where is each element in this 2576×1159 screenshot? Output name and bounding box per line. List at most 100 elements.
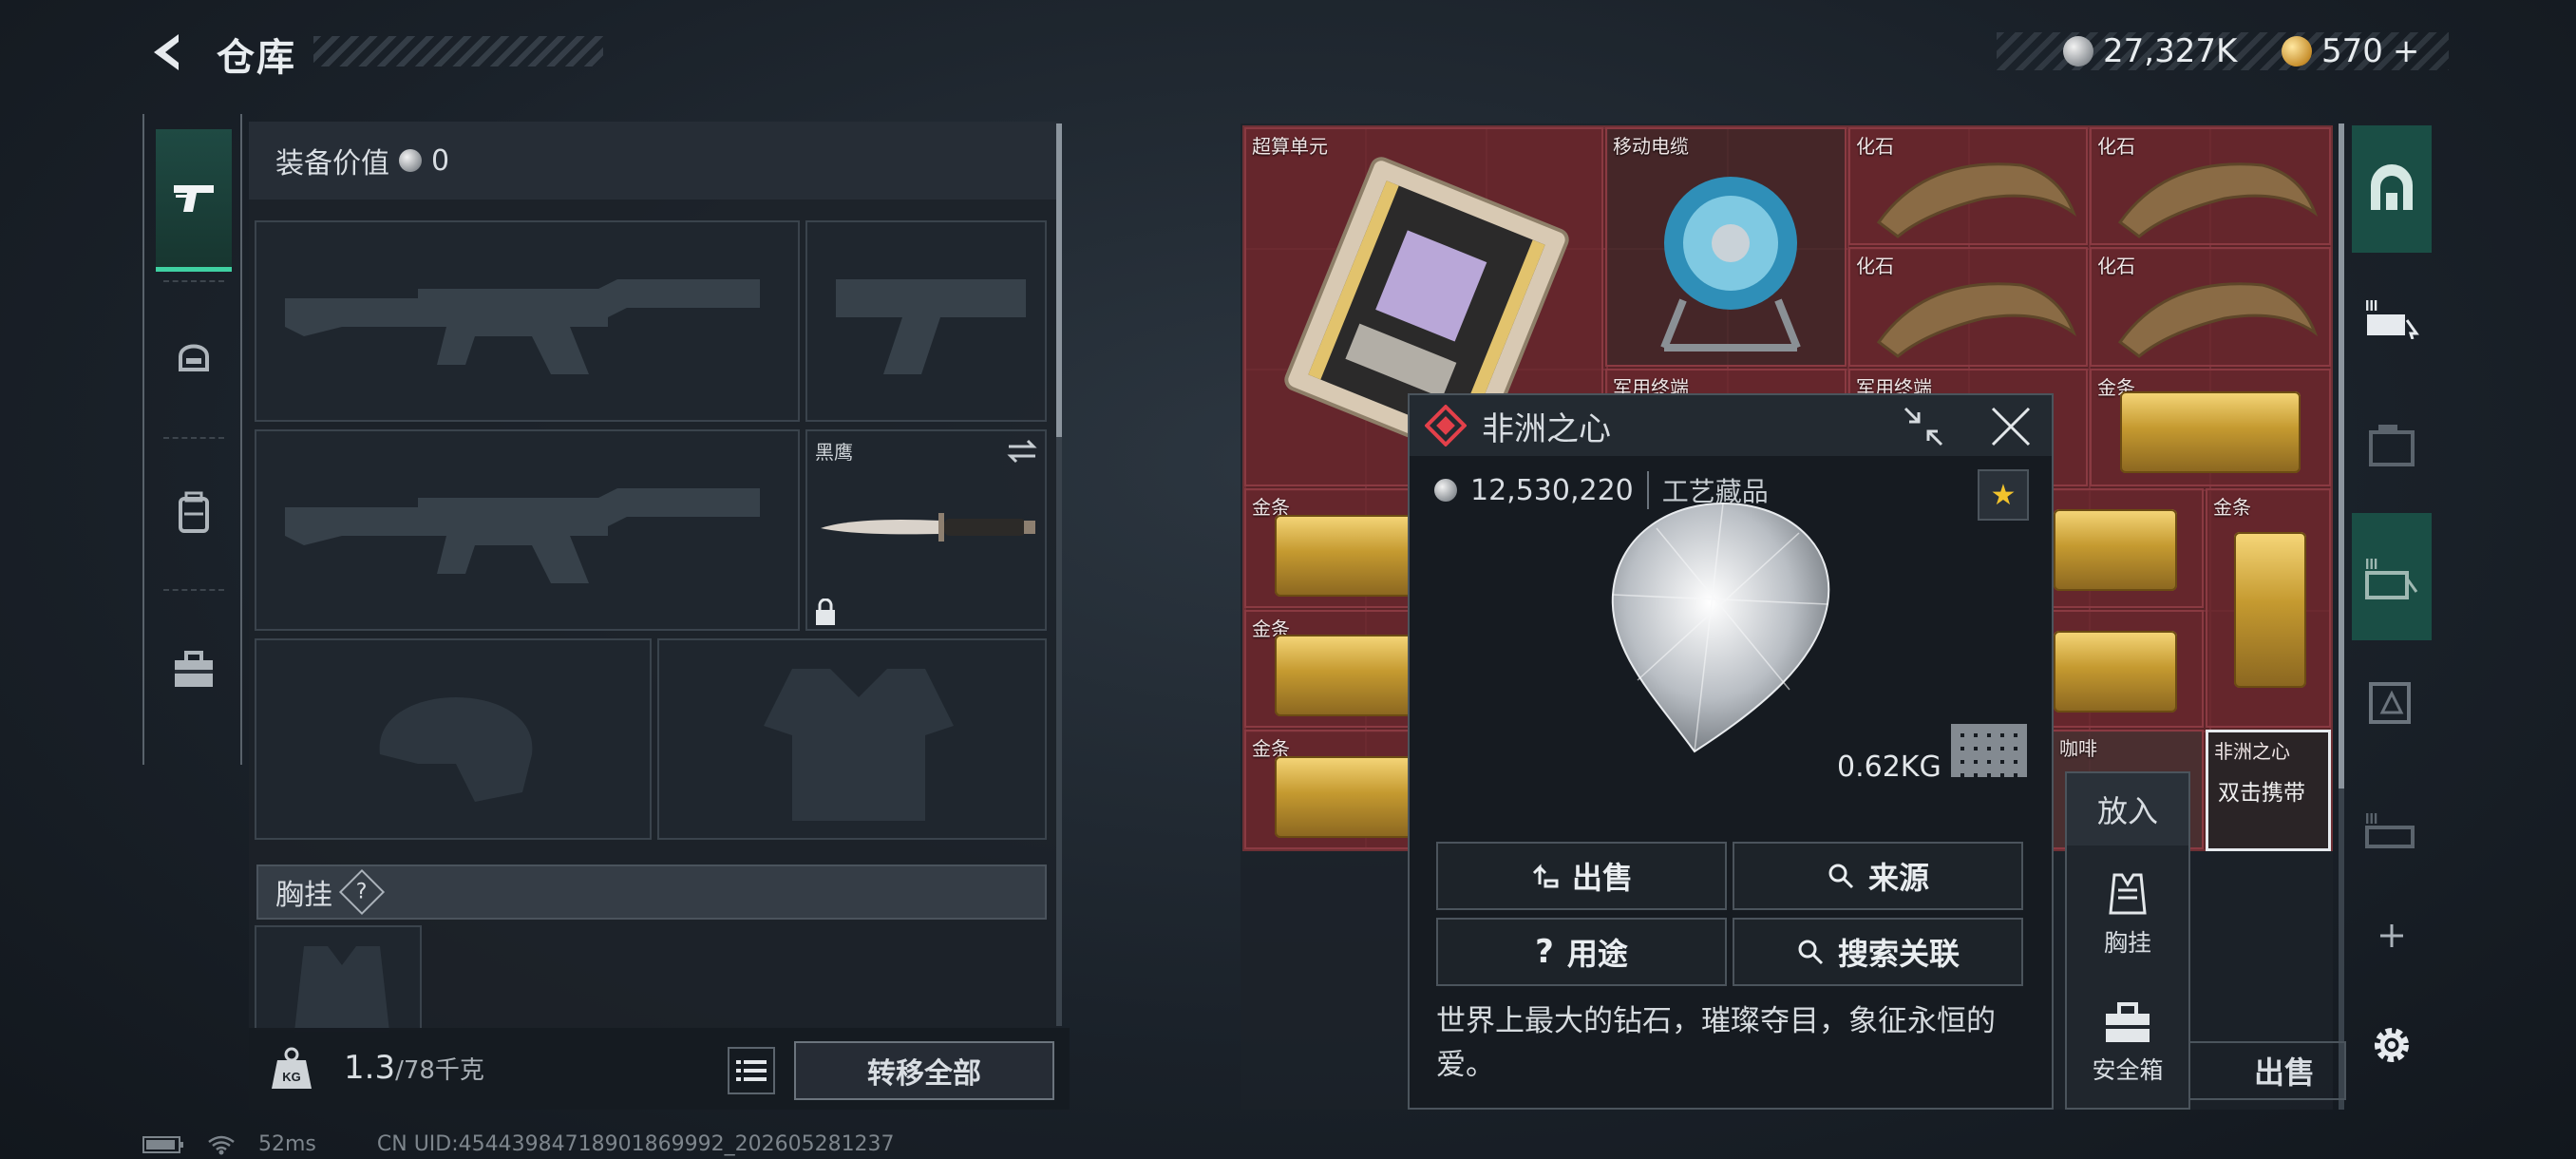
uid-text: CN UID:4544398471890186999​2_20260528123… — [376, 1132, 895, 1156]
storage-item[interactable] — [2052, 488, 2204, 608]
tab-storage-5[interactable]: III — [2352, 771, 2432, 885]
settings-button[interactable] — [2352, 988, 2432, 1102]
item-label: 金条 — [2213, 496, 2251, 519]
gold-currency[interactable]: 570 + — [2282, 32, 2419, 70]
fossil-claw-icon — [1876, 282, 2077, 358]
chest-rig-label: 胸挂 — [275, 879, 332, 912]
tab-storage-2[interactable] — [2352, 388, 2432, 502]
backpack-icon — [179, 491, 209, 533]
gold-bar-icon — [2054, 509, 2177, 591]
storage-item[interactable]: 化石 — [2090, 247, 2331, 367]
put-into-safe-box[interactable]: 安全箱 — [2067, 982, 2188, 1106]
transfer-all-button[interactable]: 转移全部 — [794, 1041, 1054, 1100]
list-view-button[interactable] — [728, 1047, 775, 1094]
item-label: 咖啡 — [2059, 737, 2097, 760]
tab-storage-1[interactable]: III — [2352, 258, 2432, 372]
gold-bar-icon — [2120, 391, 2301, 473]
storage-item[interactable]: 金条 — [2206, 488, 2331, 728]
cable-reel-icon — [1660, 177, 1801, 352]
put-into-chest-rig[interactable]: 胸挂 — [2067, 853, 2188, 977]
silver-amount: 27,327K — [2103, 32, 2238, 70]
item-weight: 0.62KG — [1837, 750, 1941, 784]
storage-item[interactable] — [2052, 610, 2204, 728]
chevron-left-icon — [154, 34, 179, 70]
back-button[interactable] — [142, 28, 190, 76]
tab-storage-3[interactable]: III — [2352, 513, 2432, 640]
storage-item[interactable]: 化石 — [2090, 127, 2331, 245]
melee-label: 黑鹰 — [815, 441, 853, 464]
weight-kg-icon: KG — [272, 1047, 312, 1089]
storage-page-icon: III — [2365, 811, 2415, 848]
equipment-value-label: 装备价值 — [275, 147, 389, 180]
tab-weapons[interactable] — [156, 129, 232, 272]
tab-backpack[interactable] — [156, 442, 232, 584]
equipment-category-nav — [142, 114, 242, 765]
status-bar: 52ms CN UID:4544398471890186999​2_202605… — [142, 1132, 895, 1156]
melee-slot[interactable]: 黑鹰 — [805, 429, 1047, 631]
gold-bar-icon — [2234, 532, 2306, 688]
svg-text:III: III — [2365, 557, 2377, 573]
item-label: 非洲之心 — [2214, 740, 2290, 763]
secondary-weapon-slot[interactable] — [255, 429, 800, 631]
storage-page-icon: III — [2365, 557, 2418, 599]
storage-page-icon: III — [2365, 298, 2419, 339]
silver-coin-icon — [2063, 36, 2093, 66]
put-into-label: 放入 — [2067, 773, 2188, 846]
equipment-value-header: 装备价值 0 — [249, 122, 1060, 200]
sidearm-slot[interactable] — [805, 220, 1047, 422]
svg-text:KG: KG — [282, 1070, 301, 1084]
add-storage-button[interactable] — [2352, 902, 2432, 969]
gear-icon — [2375, 1028, 2409, 1062]
vault-icon — [2371, 164, 2413, 210]
sell-button[interactable]: 出售 — [1436, 842, 1727, 910]
helmet-slot[interactable] — [255, 638, 652, 840]
item-size-grid-icon — [1951, 724, 2027, 777]
help-icon[interactable]: ? — [338, 868, 386, 916]
primary-weapon-slot[interactable] — [255, 220, 800, 422]
tab-helmet[interactable] — [156, 285, 232, 428]
source-button[interactable]: 来源 — [1733, 842, 2023, 910]
armor-silhouette-icon — [764, 669, 954, 821]
sell-button[interactable]: 出售 — [2175, 1041, 2346, 1100]
close-icon[interactable] — [1989, 405, 2033, 448]
storage-item[interactable]: 化石 — [1848, 127, 2088, 245]
storage-item[interactable]: 化石 — [1848, 247, 2088, 367]
ping-text: 52ms — [258, 1132, 316, 1156]
title-decoration — [313, 36, 603, 66]
equipment-scrollbar-thumb[interactable] — [1056, 124, 1062, 437]
sell-icon — [1532, 864, 1559, 888]
max-weight: /78千克 — [395, 1056, 484, 1085]
storage-scrollbar-thumb[interactable] — [2339, 124, 2344, 788]
current-weight: 1.3 — [344, 1049, 396, 1087]
double-tap-hint: 双击携带 — [2218, 781, 2305, 806]
selected-item-heart-of-africa[interactable]: 非洲之心 双击携带 — [2206, 730, 2331, 851]
diamond-gem-icon — [1611, 502, 1830, 753]
add-currency-icon[interactable]: + — [2393, 32, 2420, 70]
search-related-button[interactable]: 搜索关联 — [1733, 918, 2023, 986]
page-title: 仓库 — [217, 36, 296, 80]
item-label: 移动电缆 — [1613, 135, 1689, 158]
question-icon: ? — [1535, 933, 1554, 971]
tab-storage-4[interactable] — [2352, 646, 2432, 760]
knife-icon — [821, 513, 1035, 542]
collapse-icon[interactable] — [1902, 405, 1945, 448]
armor-slot[interactable] — [657, 638, 1047, 840]
svg-text:III: III — [2365, 298, 2377, 314]
silver-coin-icon — [1434, 479, 1457, 502]
pistol-icon — [174, 184, 214, 212]
tab-storage-all[interactable] — [2352, 125, 2432, 253]
tab-safe-box[interactable] — [156, 598, 232, 741]
storage-item[interactable]: 金条 — [2090, 369, 2331, 486]
swap-icon[interactable] — [1005, 437, 1039, 466]
silver-coin-icon — [399, 149, 422, 172]
storage-item[interactable]: 移动电缆 — [1605, 127, 1847, 367]
favorite-button[interactable]: ★ — [1978, 469, 2029, 521]
fossil-claw-icon — [2117, 162, 2319, 238]
helmet-silhouette-icon — [379, 697, 533, 802]
usage-button[interactable]: ? 用途 — [1436, 918, 1727, 986]
search-icon — [1798, 940, 1824, 965]
weight-bar: KG 1.3/78千克 转移全部 — [249, 1028, 1070, 1110]
search-icon — [1828, 864, 1854, 889]
chest-rig-slot[interactable] — [255, 925, 422, 1032]
svg-text:III: III — [2365, 811, 2377, 827]
